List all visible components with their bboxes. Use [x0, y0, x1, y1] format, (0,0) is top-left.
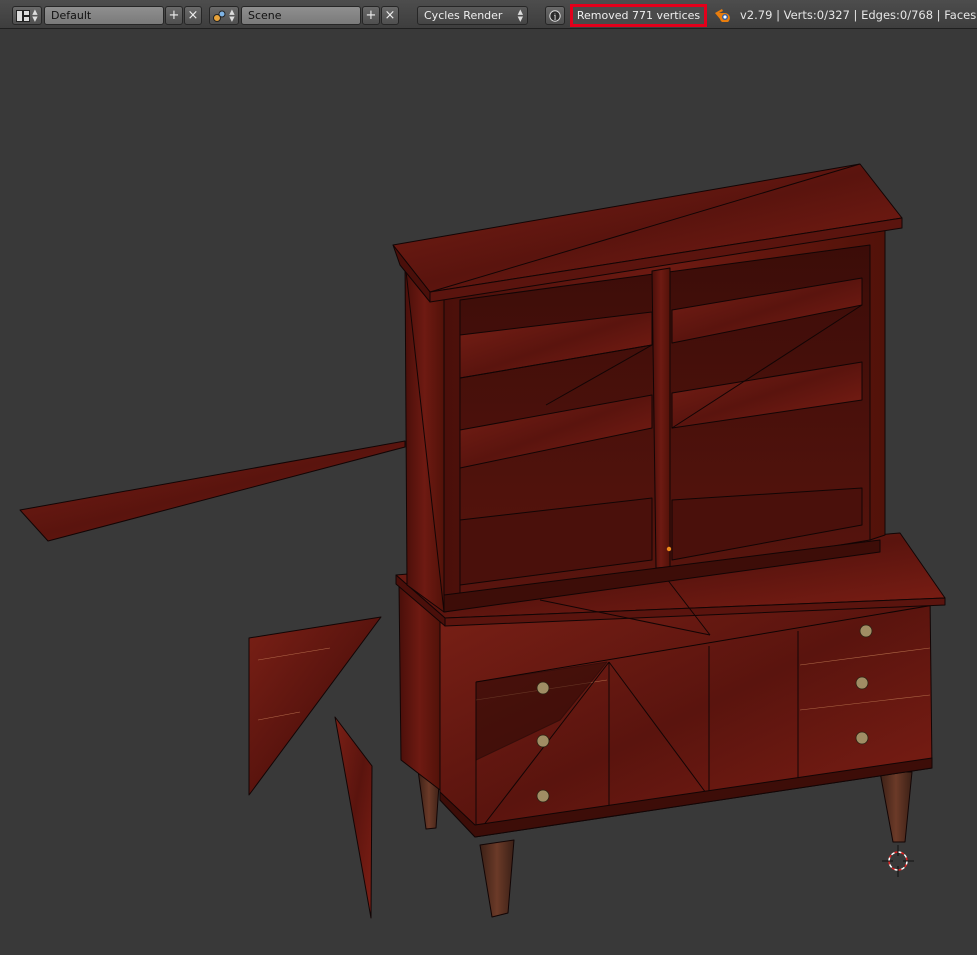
3d-cursor-icon[interactable] — [882, 845, 914, 877]
updown-icon: ▲ ▼ — [32, 7, 38, 23]
render-engine-label: Cycles Render — [424, 9, 503, 22]
report-info-button[interactable]: i — [545, 6, 565, 25]
remove-scene-button[interactable]: × — [381, 6, 399, 25]
loose-triangle-face — [19, 440, 406, 542]
object-origin-marker — [666, 546, 672, 552]
report-message[interactable]: Removed 771 vertices — [570, 4, 707, 27]
scene-selector-button[interactable]: ▲ ▼ — [209, 6, 239, 25]
3d-viewport[interactable] — [0, 29, 977, 955]
front-leg — [479, 839, 515, 918]
editor-type-button[interactable]: ▲ ▼ — [12, 6, 42, 25]
render-engine-dropdown[interactable]: Cycles Render ▲ ▼ — [417, 6, 528, 25]
add-scene-button[interactable]: + — [362, 6, 380, 25]
screen-layout-field[interactable]: Default — [44, 6, 164, 25]
scene-icon — [213, 10, 226, 22]
back-right-leg — [879, 771, 913, 843]
info-header: ▲ ▼ Default + × ▲ ▼ Scene + × Cycles Rende… — [0, 0, 977, 29]
remove-screen-button[interactable]: × — [184, 6, 202, 25]
updown-icon: ▲ ▼ — [517, 8, 523, 23]
hutch-cabinet-model — [19, 163, 946, 919]
loose-sliver-face — [334, 716, 373, 919]
screen-layout-icon — [16, 9, 31, 22]
scene-statistics: v2.79 | Verts:0/327 | Edges:0/768 | Face… — [740, 8, 977, 22]
blender-logo-icon — [715, 9, 730, 22]
info-icon: i — [549, 9, 561, 22]
updown-icon: ▲ ▼ — [229, 7, 235, 23]
add-screen-button[interactable]: + — [165, 6, 183, 25]
info-glyph: i — [554, 12, 557, 21]
scene-field[interactable]: Scene — [241, 6, 361, 25]
